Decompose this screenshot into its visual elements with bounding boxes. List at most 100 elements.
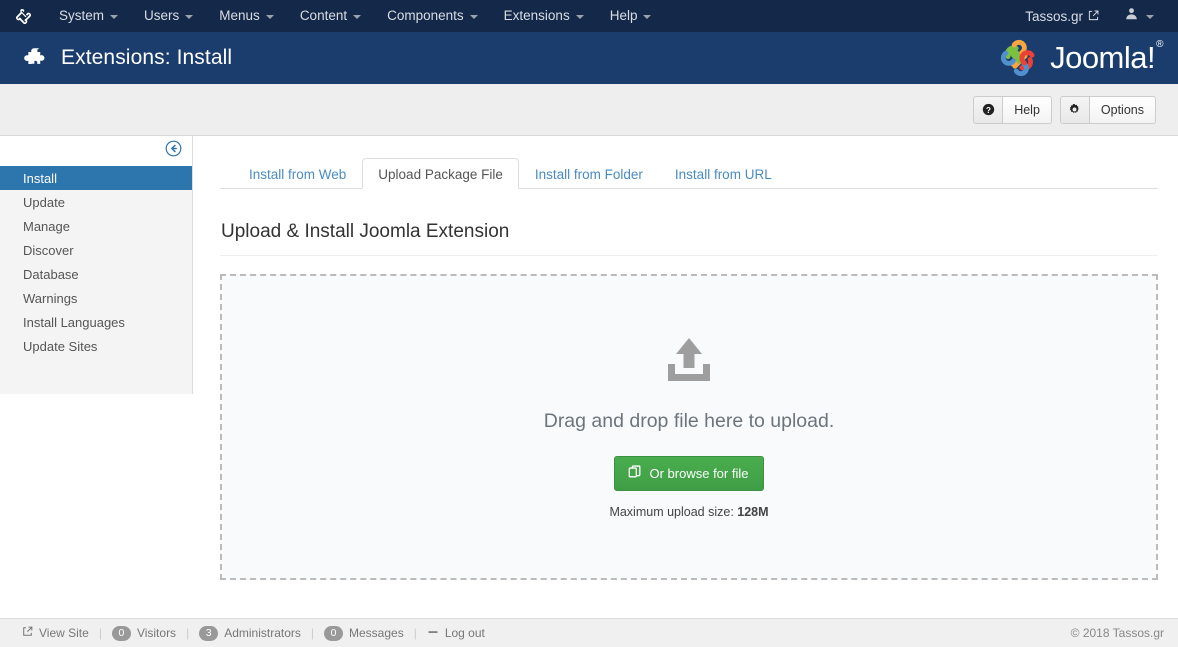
sidebar-item-database-label: Database xyxy=(23,266,79,282)
gear-icon[interactable] xyxy=(1059,95,1089,124)
question-circle-icon[interactable]: ? xyxy=(973,95,1003,124)
messages-count-badge: 0 xyxy=(324,625,343,641)
max-upload-size: Maximum upload size: 128M xyxy=(609,505,768,519)
sidebar-filler xyxy=(0,358,192,394)
menu-item-content-label: Content xyxy=(299,8,348,23)
messages-label: Messages xyxy=(349,626,404,640)
chevron-down-icon xyxy=(353,15,362,19)
sidebar-item-install-languages-label: Install Languages xyxy=(23,314,125,330)
chevron-down-icon xyxy=(185,15,194,19)
sidebar-item-update[interactable]: Update xyxy=(0,190,192,214)
status-bar: View Site | 0 Visitors | 3 Administrator… xyxy=(0,618,1178,647)
browse-for-file-label: Or browse for file xyxy=(649,465,749,481)
copyright-text: © 2018 Tassos.gr xyxy=(1070,626,1164,640)
visitors-status[interactable]: 0 Visitors xyxy=(102,625,186,641)
messages-status[interactable]: 0 Messages xyxy=(314,625,414,641)
tab-upload-package-file-label: Upload Package File xyxy=(378,167,503,182)
view-site-label: View Site xyxy=(39,626,89,640)
top-navigation-bar: System Users Menus Content Components Ex… xyxy=(0,0,1178,32)
administrators-status[interactable]: 3 Administrators xyxy=(189,625,311,641)
circle-arrow-left-icon[interactable] xyxy=(165,140,182,162)
menu-item-content[interactable]: Content xyxy=(287,0,374,32)
section-title: Upload & Install Joomla Extension xyxy=(220,189,1158,256)
sidebar-item-warnings[interactable]: Warnings xyxy=(0,286,192,310)
logout-label: Log out xyxy=(444,626,485,640)
sidebar-item-install-languages[interactable]: Install Languages xyxy=(0,310,192,334)
sidebar-item-database[interactable]: Database xyxy=(0,262,192,286)
menu-item-extensions[interactable]: Extensions xyxy=(491,0,597,32)
tab-install-from-url-label: Install from URL xyxy=(674,167,772,182)
tab-install-from-url[interactable]: Install from URL xyxy=(659,158,788,189)
joomla-logo: Joomla!® xyxy=(997,36,1163,80)
sidebar-item-update-sites-label: Update Sites xyxy=(23,338,98,354)
view-site-link[interactable]: View Site xyxy=(12,626,99,640)
sidebar-item-discover[interactable]: Discover xyxy=(0,238,192,262)
visitors-count-badge: 0 xyxy=(111,625,131,641)
user-menu[interactable] xyxy=(1111,7,1164,25)
minus-icon xyxy=(427,626,439,641)
joomla-logo-text: Joomla!® xyxy=(1050,38,1163,75)
menu-item-components-label: Components xyxy=(387,8,464,23)
install-tabs: Install from Web Upload Package File Ins… xyxy=(220,156,1158,189)
page-header: Extensions: Install Joomla!® xyxy=(0,32,1178,84)
sidebar-item-install[interactable]: Install xyxy=(0,166,192,190)
sidebar-item-update-sites[interactable]: Update Sites xyxy=(0,334,192,358)
tab-install-from-web[interactable]: Install from Web xyxy=(233,158,362,189)
chevron-down-icon xyxy=(575,15,584,19)
sidebar-item-manage[interactable]: Manage xyxy=(0,214,192,238)
chevron-down-icon xyxy=(110,15,119,19)
chevron-down-icon xyxy=(643,15,652,19)
options-button-label[interactable]: Options xyxy=(1088,95,1156,124)
menu-item-menus-label: Menus xyxy=(219,8,260,23)
sidebar: Install Update Manage Discover Database … xyxy=(0,136,193,394)
svg-text:?: ? xyxy=(986,106,991,115)
browse-for-file-button[interactable]: Or browse for file xyxy=(613,455,765,491)
sidebar-item-update-label: Update xyxy=(23,194,65,210)
menu-item-components[interactable]: Components xyxy=(374,0,491,32)
sidebar-item-warnings-label: Warnings xyxy=(23,290,78,306)
help-button[interactable]: ? Help xyxy=(973,95,1052,124)
sidebar-item-install-label: Install xyxy=(23,170,57,186)
menu-item-system[interactable]: System xyxy=(46,0,131,32)
main-region: Install Update Manage Discover Database … xyxy=(0,136,1178,580)
page-title: Extensions: Install xyxy=(61,46,233,69)
administrators-count-badge: 3 xyxy=(199,625,219,641)
tab-upload-package-file[interactable]: Upload Package File xyxy=(362,158,519,189)
visitors-label: Visitors xyxy=(136,626,177,640)
logout-link[interactable]: Log out xyxy=(417,626,495,641)
external-link-icon xyxy=(22,626,33,640)
dropzone-instruction: Drag and drop file here to upload. xyxy=(543,409,835,432)
max-upload-size-value: 128M xyxy=(737,504,769,519)
sidebar-collapse-row xyxy=(0,136,192,166)
menu-item-help-label: Help xyxy=(609,8,638,23)
tab-install-from-web-label: Install from Web xyxy=(249,167,347,182)
menu-item-menus[interactable]: Menus xyxy=(206,0,287,32)
site-link-label: Tassos.gr xyxy=(1025,8,1083,24)
administrators-label: Administrators xyxy=(224,626,301,640)
tab-install-from-folder-label: Install from Folder xyxy=(534,167,643,182)
puzzle-piece-icon xyxy=(22,46,47,71)
upload-tray-icon xyxy=(664,336,714,388)
max-upload-size-label: Maximum upload size: xyxy=(609,504,734,519)
menu-item-help[interactable]: Help xyxy=(597,0,665,32)
menu-item-system-label: System xyxy=(59,8,105,23)
copy-files-icon xyxy=(628,464,642,482)
sidebar-item-discover-label: Discover xyxy=(23,242,74,258)
topbar-right-group: Tassos.gr xyxy=(1013,0,1164,32)
external-link-icon xyxy=(1088,9,1099,24)
joomla-mark-icon[interactable] xyxy=(0,0,46,32)
tab-install-from-folder[interactable]: Install from Folder xyxy=(519,158,659,189)
sidebar-item-manage-label: Manage xyxy=(23,218,70,234)
content-panel: Install from Web Upload Package File Ins… xyxy=(193,136,1178,580)
chevron-down-icon xyxy=(469,15,478,19)
chevron-down-icon xyxy=(1146,15,1154,19)
file-dropzone[interactable]: Drag and drop file here to upload. Or br… xyxy=(220,274,1158,580)
help-button-label[interactable]: Help xyxy=(1002,95,1052,124)
menu-item-extensions-label: Extensions xyxy=(503,8,570,23)
options-button[interactable]: Options xyxy=(1059,95,1156,124)
main-menu: System Users Menus Content Components Ex… xyxy=(46,0,664,32)
sidebar-menu: Install Update Manage Discover Database … xyxy=(0,166,192,358)
chevron-down-icon xyxy=(265,15,274,19)
site-link[interactable]: Tassos.gr xyxy=(1013,9,1111,24)
menu-item-users[interactable]: Users xyxy=(131,0,206,32)
